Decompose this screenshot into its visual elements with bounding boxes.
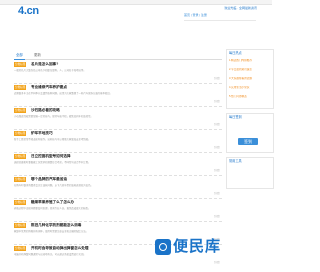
tab-updates[interactable]: 更新 xyxy=(32,51,43,59)
category-badge: 分类标签 xyxy=(14,62,27,67)
article-excerpt: 沙石路面驾驶需要掌握一定的技巧，保持车速平稳，避免急刹车和急转弯。 xyxy=(14,115,93,118)
article-excerpt: 养殖过程中出现问题要及时处理，咨询专业人员，避免造成更大的损失。 xyxy=(14,207,91,210)
hot-topics-title: 每日热点 xyxy=(229,51,242,55)
category-badge: 分类标签 xyxy=(14,200,27,205)
category-badge: 分类标签 xyxy=(14,108,27,113)
watermark-logo: 便民库 xyxy=(155,237,230,257)
article-more-link[interactable]: [详情] xyxy=(214,214,220,218)
hot-topic-link[interactable]: 4.实用生活小常识 xyxy=(229,86,269,90)
tools-card: 常用工具 xyxy=(226,157,274,189)
top-note: 欢迎光临 · 全网最新资讯 xyxy=(224,6,257,10)
tools-title: 常用工具 xyxy=(229,159,242,163)
article-more-link[interactable]: [详情] xyxy=(214,76,220,80)
hot-topic-link[interactable]: 1.精选热门内容推荐 xyxy=(229,59,269,63)
article-title[interactable]: 专业维修汽车养护要点 xyxy=(31,85,216,90)
sign-in-title: 每日签到 xyxy=(229,115,242,119)
toolbar-links[interactable]: 首页 | 登录 | 注册 xyxy=(184,13,256,18)
sidebar: 每日热点 1.精选热门内容推荐 2.今日最新资讯速览 3.大家都在看的话题 4.… xyxy=(226,49,274,272)
article-more-link[interactable]: [详情] xyxy=(214,145,220,149)
article-item[interactable]: 分类标签 日立挖掘机型号如何选择 选择挖掘机时要根据工况需求和预算综合考虑，不同… xyxy=(14,154,222,176)
article-item[interactable]: 分类标签 沙石路必看的攻略 沙石路面驾驶需要掌握一定的技巧，保持车速平稳，避免急… xyxy=(14,108,222,130)
tab-all[interactable]: 全部 xyxy=(14,51,25,60)
article-title[interactable]: 糖果苹果养殖了么了怎么办 xyxy=(31,200,216,205)
article-item[interactable]: 分类标签 名片是怎么回事? 一般的名片大致包括公司名字和职位职称，人，公司名字和… xyxy=(14,62,222,84)
article-excerpt: 家庭中常用的消毒剂有多种，使用时需要注意安全和正确的配比方法。 xyxy=(14,230,89,233)
article-title[interactable]: 炉车平地技巧 xyxy=(31,131,216,136)
article-title[interactable]: 陈旧几种化学药剂都能怎么消毒 xyxy=(31,223,216,228)
article-more-link[interactable]: [详情] xyxy=(214,122,220,126)
article-more-link[interactable]: [详情] xyxy=(214,168,220,172)
article-more-link[interactable]: [详情] xyxy=(214,191,220,195)
category-badge: 分类标签 xyxy=(14,223,27,228)
tab-bar: 全部 更新 xyxy=(14,49,222,60)
category-badge: 分类标签 xyxy=(14,177,27,182)
article-item[interactable]: 分类标签 哪个品牌的汽车最省油 在购车时很多消费者会关注油耗问题，以下几款车型的… xyxy=(14,177,222,199)
header-divider xyxy=(184,20,256,21)
article-item[interactable]: 分类标签 糖果苹果养殖了么了怎么办 养殖过程中出现问题要及时处理，咨询专业人员，… xyxy=(14,200,222,222)
brand-icon xyxy=(155,239,171,255)
category-badge: 分类标签 xyxy=(14,154,27,159)
watermark-text: 便民库 xyxy=(173,238,222,255)
article-more-link[interactable]: [详情] xyxy=(214,260,220,264)
hot-topic-link[interactable]: 3.大家都在看的话题 xyxy=(229,77,269,81)
article-excerpt: 新手上路常常不知道如何操作，这些技巧可以帮助大家更加安全地驾驶。 xyxy=(14,138,91,141)
article-item[interactable]: 分类标签 专业维修汽车养护要点 近期很多车主在不同季节会遇到各种问题，这里为大家… xyxy=(14,85,222,107)
article-title[interactable]: 日立挖掘机型号如何选择 xyxy=(31,154,216,159)
article-excerpt: 选择挖掘机时要根据工况需求和预算综合考虑，不同型号适合不同工程。 xyxy=(14,161,91,164)
hot-topic-link[interactable]: 2.今日最新资讯速览 xyxy=(229,68,269,72)
hot-topic-link[interactable]: 5.热门问答精选 xyxy=(229,95,269,99)
article-title[interactable]: 名片是怎么回事? xyxy=(31,62,216,67)
site-logo[interactable]: 4.cn xyxy=(18,5,39,17)
article-title[interactable]: 哪个品牌的汽车最省油 xyxy=(31,177,216,182)
article-excerpt: 在购车时很多消费者会关注油耗问题，以下几款车型的油耗表现较为出色。 xyxy=(14,184,93,187)
category-badge: 分类标签 xyxy=(14,246,27,251)
article-excerpt: 近期很多车主在不同季节会遇到各种问题，这里为大家整理了一些汽车保养方面的基本知识… xyxy=(14,92,113,95)
category-badge: 分类标签 xyxy=(14,131,27,136)
hot-topics-card: 每日热点 1.精选热门内容推荐 2.今日最新资讯速览 3.大家都在看的话题 4.… xyxy=(226,49,274,109)
article-title[interactable]: 沙石路必看的攻略 xyxy=(31,108,216,113)
sign-in-button[interactable]: 签到 xyxy=(238,138,258,145)
article-excerpt: 一般的名片大致包括公司名字和职位职称，人，公司名字和地址等。 xyxy=(14,69,86,72)
article-item[interactable]: 分类标签 炉车平地技巧 新手上路常常不知道如何操作，这些技巧可以帮助大家更加安全… xyxy=(14,131,222,153)
article-more-link[interactable]: [详情] xyxy=(214,99,220,103)
category-badge: 分类标签 xyxy=(14,85,27,90)
sign-in-card: 每日签到 签到 xyxy=(226,113,274,153)
top-strip xyxy=(0,0,272,5)
